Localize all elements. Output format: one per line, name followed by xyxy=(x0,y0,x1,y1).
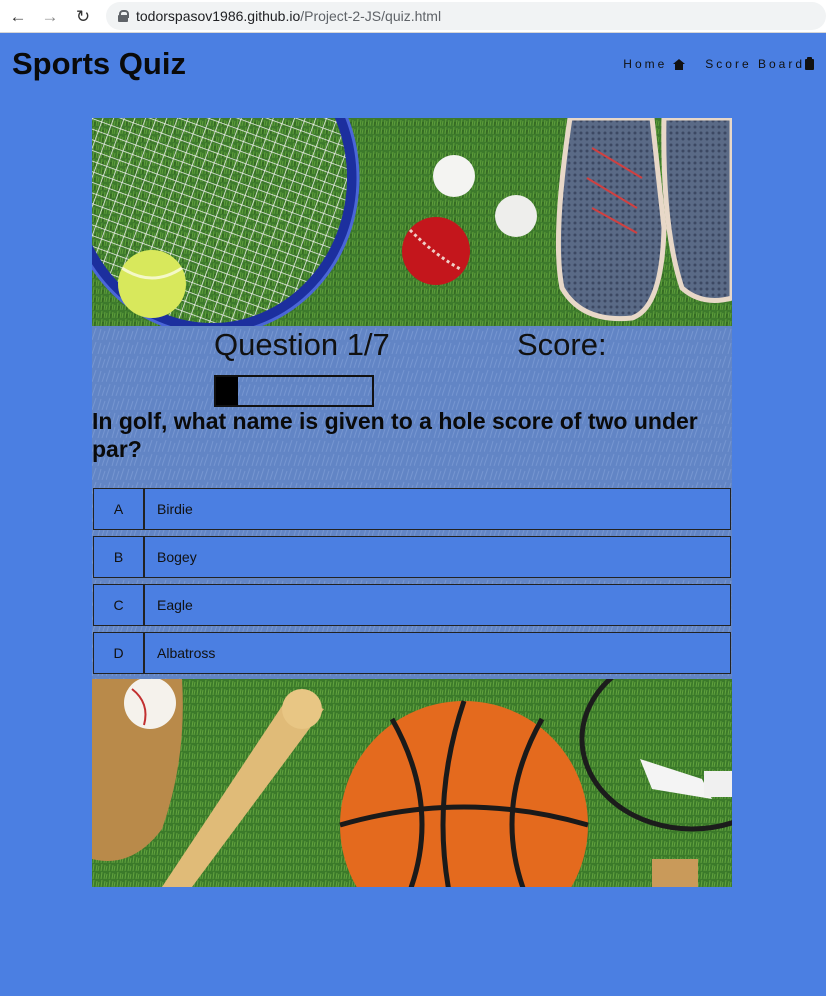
clipboard-icon xyxy=(805,56,814,70)
home-icon xyxy=(673,58,686,70)
sports-equipment-image-top xyxy=(92,118,732,326)
progress-bar-fill xyxy=(216,377,238,405)
nav-home-link[interactable]: Home xyxy=(623,57,686,71)
question-text: In golf, what name is given to a hole sc… xyxy=(92,408,698,462)
answer-text: Birdie xyxy=(157,501,193,517)
nav-scoreboard-label: Score Board xyxy=(705,57,805,71)
answer-text: Eagle xyxy=(157,597,193,613)
url-host: todorspasov1986.github.io xyxy=(136,8,301,24)
answer-letter: B xyxy=(94,537,145,577)
answer-option-c[interactable]: C Eagle xyxy=(93,584,731,626)
reload-icon[interactable]: ↻ xyxy=(70,4,96,28)
answer-letter: A xyxy=(94,489,145,529)
site-title: Sports Quiz xyxy=(12,46,186,81)
answer-text: Albatross xyxy=(157,645,216,661)
nav-scoreboard-link[interactable]: Score Board xyxy=(705,56,814,71)
browser-toolbar: ← → ↻ todorspasov1986.github.io/Project-… xyxy=(0,0,826,33)
answer-letter: C xyxy=(94,585,145,625)
answer-option-a[interactable]: A Birdie xyxy=(93,488,731,530)
nav-home-label: Home xyxy=(623,57,668,71)
answer-option-b[interactable]: B Bogey xyxy=(93,536,731,578)
forward-arrow-icon[interactable]: → xyxy=(37,4,63,28)
answer-option-d[interactable]: D Albatross xyxy=(93,632,731,674)
progress-bar xyxy=(214,375,374,407)
lock-icon xyxy=(118,10,129,22)
quiz-card: Question 1/7 Score: In golf, what name i… xyxy=(92,118,732,887)
answer-letter: D xyxy=(94,633,145,673)
url-path: /Project-2-JS/quiz.html xyxy=(300,8,442,24)
sports-equipment-image-bottom xyxy=(92,679,732,887)
score-label: Score: xyxy=(517,327,607,362)
answer-text: Bogey xyxy=(157,549,197,565)
back-arrow-icon[interactable]: ← xyxy=(5,4,31,28)
main-nav: Home Score Board xyxy=(623,56,814,71)
address-bar[interactable]: todorspasov1986.github.io/Project-2-JS/q… xyxy=(106,2,826,30)
question-counter: Question 1/7 xyxy=(214,327,390,362)
